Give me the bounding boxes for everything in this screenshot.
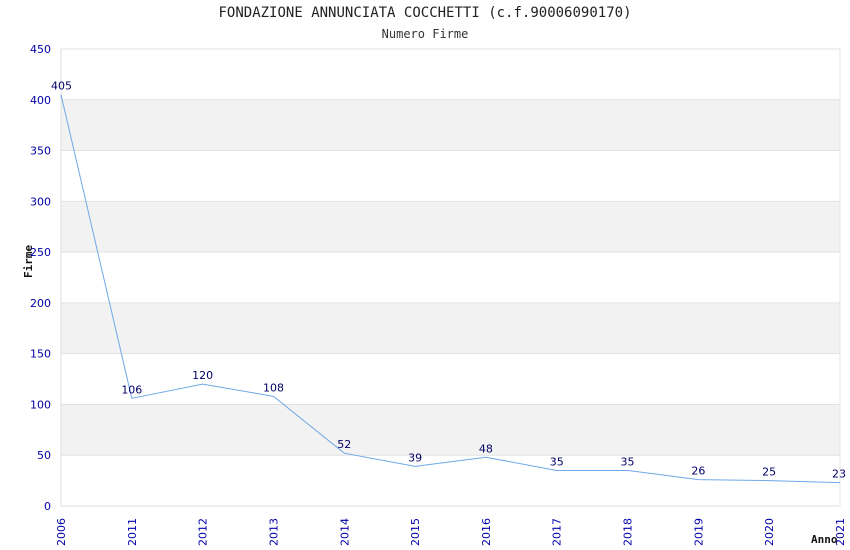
x-tick-label: 2021 (834, 518, 847, 546)
y-tick-label: 250 (30, 246, 51, 259)
x-tick-label: 2015 (409, 518, 422, 546)
plot-band (61, 201, 840, 253)
y-tick-label: 50 (37, 449, 51, 462)
data-label: 106 (121, 383, 142, 396)
x-tick-label: 2014 (338, 518, 351, 546)
data-label: 26 (691, 465, 705, 478)
x-tick-label: 2016 (480, 518, 493, 546)
x-tick-label: 2017 (551, 518, 564, 546)
x-tick-label: 2012 (197, 518, 210, 546)
data-label: 23 (832, 468, 846, 481)
x-tick-label: 2020 (763, 518, 776, 546)
y-tick-label: 300 (30, 195, 51, 208)
x-tick-label: 2018 (622, 518, 635, 546)
plot-band (61, 302, 840, 354)
x-tick-labels: 2006 2011 2012 2013 2014 2015 2016 2017 2018 2019… (55, 518, 847, 546)
data-label: 108 (263, 381, 284, 394)
y-tick-label: 200 (30, 297, 51, 310)
data-label: 35 (550, 455, 564, 468)
data-label: 39 (408, 451, 422, 464)
data-label: 52 (337, 438, 351, 451)
plot-band (61, 404, 840, 456)
y-tick-labels: 0 50 100 150 200 250 300 350 400 450 (30, 43, 51, 513)
x-tick-label: 2011 (126, 518, 139, 546)
data-label: 120 (192, 369, 213, 382)
line-chart: 0 50 100 150 200 250 300 350 400 450 2006 2011 2012… (30, 43, 847, 546)
y-tick-label: 0 (44, 500, 51, 513)
data-label: 405 (51, 80, 72, 93)
y-tick-label: 450 (30, 43, 51, 56)
x-tick-label: 2013 (267, 518, 280, 546)
x-tick-label: 2019 (692, 518, 705, 546)
plot-bands (61, 99, 840, 456)
data-label: 25 (762, 466, 776, 479)
y-tick-label: 150 (30, 348, 51, 361)
y-tick-label: 350 (30, 145, 51, 158)
y-tick-label: 100 (30, 398, 51, 411)
data-label: 35 (621, 455, 635, 468)
y-tick-label: 400 (30, 94, 51, 107)
plot-band (61, 99, 840, 151)
data-label: 48 (479, 442, 493, 455)
x-tick-label: 2006 (55, 518, 68, 546)
